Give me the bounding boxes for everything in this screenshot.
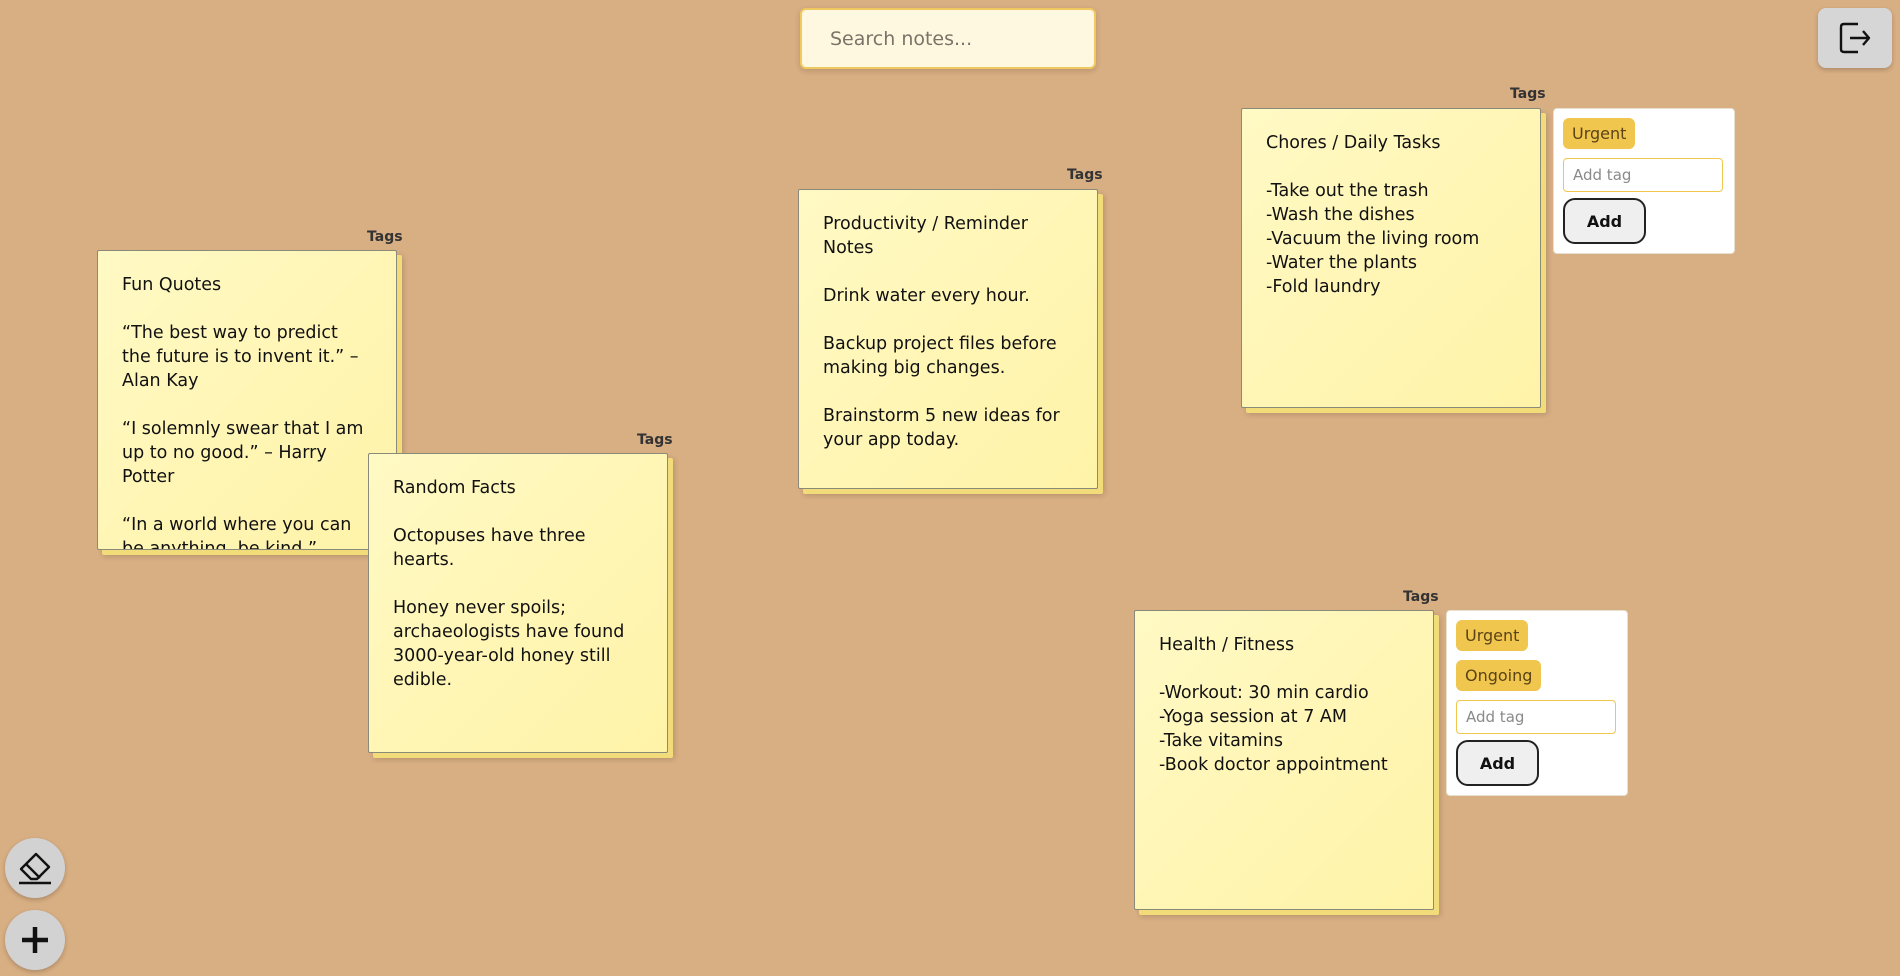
tags-toggle-fun-quotes[interactable]: Tags bbox=[367, 229, 403, 245]
note-random-facts[interactable]: Random Facts Octopuses have three hearts… bbox=[368, 453, 668, 753]
note-fun-quotes[interactable]: Fun Quotes “The best way to predict the … bbox=[97, 250, 397, 550]
note-chores[interactable]: Chores / Daily Tasks -Take out the trash… bbox=[1241, 108, 1541, 408]
clear-notes-button[interactable] bbox=[5, 838, 65, 898]
note-productivity[interactable]: Productivity / Reminder Notes Drink wate… bbox=[798, 189, 1098, 489]
tag-panel-health: Urgent Ongoing Add bbox=[1446, 610, 1628, 796]
plus-icon bbox=[22, 927, 48, 953]
tag-chip-urgent[interactable]: Urgent bbox=[1456, 620, 1529, 651]
note-health[interactable]: Health / Fitness -Workout: 30 min cardio… bbox=[1134, 610, 1434, 910]
add-tag-input[interactable] bbox=[1456, 700, 1616, 734]
add-tag-button[interactable]: Add bbox=[1456, 740, 1539, 786]
tags-toggle-health[interactable]: Tags bbox=[1403, 589, 1439, 605]
add-tag-input[interactable] bbox=[1563, 158, 1723, 192]
tag-chip-ongoing[interactable]: Ongoing bbox=[1456, 660, 1542, 691]
tag-chip-urgent[interactable]: Urgent bbox=[1563, 118, 1636, 149]
logout-icon bbox=[1839, 22, 1871, 54]
search-input[interactable] bbox=[800, 8, 1096, 69]
add-note-button[interactable] bbox=[5, 910, 65, 970]
tags-toggle-chores[interactable]: Tags bbox=[1510, 86, 1546, 102]
logout-button[interactable] bbox=[1818, 8, 1892, 68]
add-tag-button[interactable]: Add bbox=[1563, 198, 1646, 244]
eraser-icon bbox=[19, 852, 51, 885]
tags-toggle-productivity[interactable]: Tags bbox=[1067, 167, 1103, 183]
tag-panel-chores: Urgent Add bbox=[1553, 108, 1735, 254]
tags-toggle-random-facts[interactable]: Tags bbox=[637, 432, 673, 448]
